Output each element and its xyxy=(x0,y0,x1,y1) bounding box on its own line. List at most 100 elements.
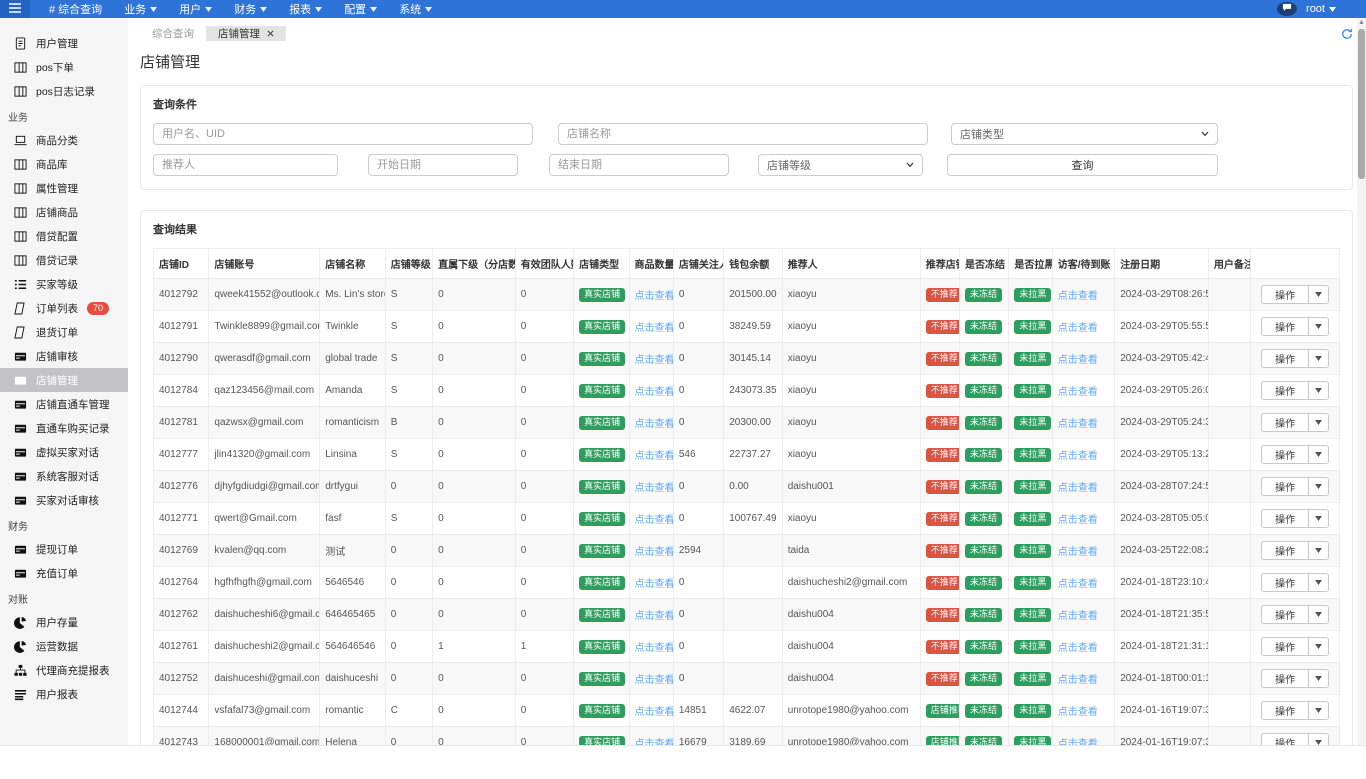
search-button[interactable]: 查询 xyxy=(947,154,1218,176)
goods-view-link[interactable]: 点击查看 xyxy=(635,611,674,622)
operation-button[interactable]: 操作 xyxy=(1261,445,1329,464)
sidebar-item[interactable]: pos下单 xyxy=(0,55,128,79)
sidebar-item[interactable]: 商品库 xyxy=(0,152,128,176)
visitor-view-link[interactable]: 点击查看 xyxy=(1058,643,1098,654)
operation-dropdown-toggle[interactable] xyxy=(1308,382,1328,399)
tab-active[interactable]: 店铺管理 xyxy=(206,26,286,41)
operation-button[interactable]: 操作 xyxy=(1261,317,1329,336)
goods-view-link[interactable]: 点击查看 xyxy=(635,483,674,494)
operation-dropdown-toggle[interactable] xyxy=(1308,702,1328,719)
operation-button[interactable]: 操作 xyxy=(1261,349,1329,368)
navbar-menu-item[interactable]: # 综合查询 xyxy=(38,0,113,18)
sidebar-item[interactable]: 店铺管理 xyxy=(0,368,128,392)
operation-button[interactable]: 操作 xyxy=(1261,733,1329,745)
scrollbar-thumb[interactable] xyxy=(1358,29,1365,179)
end-date-input[interactable] xyxy=(549,154,729,176)
visitor-view-link[interactable]: 点击查看 xyxy=(1058,291,1098,302)
operation-button[interactable]: 操作 xyxy=(1261,701,1329,720)
goods-view-link[interactable]: 点击查看 xyxy=(635,675,674,686)
visitor-view-link[interactable]: 点击查看 xyxy=(1058,355,1098,366)
goods-view-link[interactable]: 点击查看 xyxy=(635,291,674,302)
visitor-view-link[interactable]: 点击查看 xyxy=(1058,611,1098,622)
visitor-view-link[interactable]: 点击查看 xyxy=(1058,451,1098,462)
sidebar-item[interactable]: 系统客服对话 xyxy=(0,464,128,488)
visitor-view-link[interactable]: 点击查看 xyxy=(1058,323,1098,334)
sidebar-item[interactable]: 代理商充提报表 xyxy=(0,658,128,682)
operation-button[interactable]: 操作 xyxy=(1261,413,1329,432)
operation-dropdown-toggle[interactable] xyxy=(1308,478,1328,495)
navbar-menu-item[interactable]: 报表 xyxy=(278,0,333,18)
shop-level-select[interactable]: 店铺等级 xyxy=(758,154,923,176)
operation-dropdown-toggle[interactable] xyxy=(1308,606,1328,623)
operation-dropdown-toggle[interactable] xyxy=(1308,286,1328,303)
operation-dropdown-toggle[interactable] xyxy=(1308,510,1328,527)
sidebar-item[interactable]: 买家等级 xyxy=(0,272,128,296)
operation-dropdown-toggle[interactable] xyxy=(1308,670,1328,687)
navbar-menu-item[interactable]: 系统 xyxy=(388,0,443,18)
sidebar-item[interactable]: 买家对话审核 xyxy=(0,488,128,512)
sidebar-item[interactable]: 用户报表 xyxy=(0,682,128,706)
visitor-view-link[interactable]: 点击查看 xyxy=(1058,483,1098,494)
goods-view-link[interactable]: 点击查看 xyxy=(635,547,674,558)
sidebar-item[interactable]: 店铺商品 xyxy=(0,200,128,224)
sidebar-item[interactable]: 退货订单 xyxy=(0,320,128,344)
goods-view-link[interactable]: 点击查看 xyxy=(635,323,674,334)
navbar-menu-item[interactable]: 财务 xyxy=(223,0,278,18)
refresh-button[interactable] xyxy=(1341,27,1353,45)
operation-button[interactable]: 操作 xyxy=(1261,381,1329,400)
visitor-view-link[interactable]: 点击查看 xyxy=(1058,707,1098,718)
sidebar-item[interactable]: 商品分类 xyxy=(0,128,128,152)
close-icon[interactable] xyxy=(267,30,274,37)
sidebar-item[interactable]: 直通车购买记录 xyxy=(0,416,128,440)
navbar-menu-item[interactable]: 业务 xyxy=(113,0,168,18)
goods-view-link[interactable]: 点击查看 xyxy=(635,707,674,718)
operation-button[interactable]: 操作 xyxy=(1261,541,1329,560)
goods-view-link[interactable]: 点击查看 xyxy=(635,515,674,526)
goods-view-link[interactable]: 点击查看 xyxy=(635,643,674,654)
user-menu[interactable]: root xyxy=(1306,3,1336,15)
goods-view-link[interactable]: 点击查看 xyxy=(635,355,674,366)
operation-dropdown-toggle[interactable] xyxy=(1308,574,1328,591)
navbar-menu-item[interactable]: 用户 xyxy=(168,0,223,18)
sidebar-item[interactable]: 用户存量 xyxy=(0,610,128,634)
sidebar-toggle-button[interactable] xyxy=(0,0,30,18)
sidebar-item[interactable]: 借贷配置 xyxy=(0,224,128,248)
sidebar-item[interactable]: 提现订单 xyxy=(0,537,128,561)
visitor-view-link[interactable]: 点击查看 xyxy=(1058,387,1098,398)
operation-dropdown-toggle[interactable] xyxy=(1308,318,1328,335)
goods-view-link[interactable]: 点击查看 xyxy=(635,419,674,430)
sidebar-item[interactable]: 店铺审核 xyxy=(0,344,128,368)
sidebar-item[interactable]: 订单列表70 xyxy=(0,296,128,320)
start-date-input[interactable] xyxy=(368,154,518,176)
sidebar-item[interactable]: 充值订单 xyxy=(0,561,128,585)
sidebar-item[interactable]: 虚拟买家对话 xyxy=(0,440,128,464)
visitor-view-link[interactable]: 点击查看 xyxy=(1058,547,1098,558)
sidebar-item[interactable]: pos日志记录 xyxy=(0,79,128,103)
operation-button[interactable]: 操作 xyxy=(1261,477,1329,496)
username-uid-input[interactable] xyxy=(153,123,533,145)
operation-button[interactable]: 操作 xyxy=(1261,605,1329,624)
operation-dropdown-toggle[interactable] xyxy=(1308,414,1328,431)
visitor-view-link[interactable]: 点击查看 xyxy=(1058,579,1098,590)
vertical-scrollbar[interactable]: ▲ xyxy=(1357,18,1366,745)
sidebar-item[interactable]: 用户管理 xyxy=(0,31,128,55)
sidebar-item[interactable]: 属性管理 xyxy=(0,176,128,200)
sidebar-item[interactable]: 运营数据 xyxy=(0,634,128,658)
visitor-view-link[interactable]: 点击查看 xyxy=(1058,419,1098,430)
goods-view-link[interactable]: 点击查看 xyxy=(635,579,674,590)
operation-button[interactable]: 操作 xyxy=(1261,285,1329,304)
operation-button[interactable]: 操作 xyxy=(1261,669,1329,688)
operation-button[interactable]: 操作 xyxy=(1261,509,1329,528)
goods-view-link[interactable]: 点击查看 xyxy=(635,387,674,398)
navbar-menu-item[interactable]: 配置 xyxy=(333,0,388,18)
tab-inactive[interactable]: 综合查询 xyxy=(140,26,206,41)
operation-dropdown-toggle[interactable] xyxy=(1308,542,1328,559)
operation-dropdown-toggle[interactable] xyxy=(1308,638,1328,655)
operation-dropdown-toggle[interactable] xyxy=(1308,446,1328,463)
operation-button[interactable]: 操作 xyxy=(1261,573,1329,592)
visitor-view-link[interactable]: 点击查看 xyxy=(1058,675,1098,686)
scroll-up-arrow-icon[interactable]: ▲ xyxy=(1357,18,1366,28)
referrer-input[interactable] xyxy=(153,154,338,176)
operation-button[interactable]: 操作 xyxy=(1261,637,1329,656)
sidebar-item[interactable]: 借贷记录 xyxy=(0,248,128,272)
